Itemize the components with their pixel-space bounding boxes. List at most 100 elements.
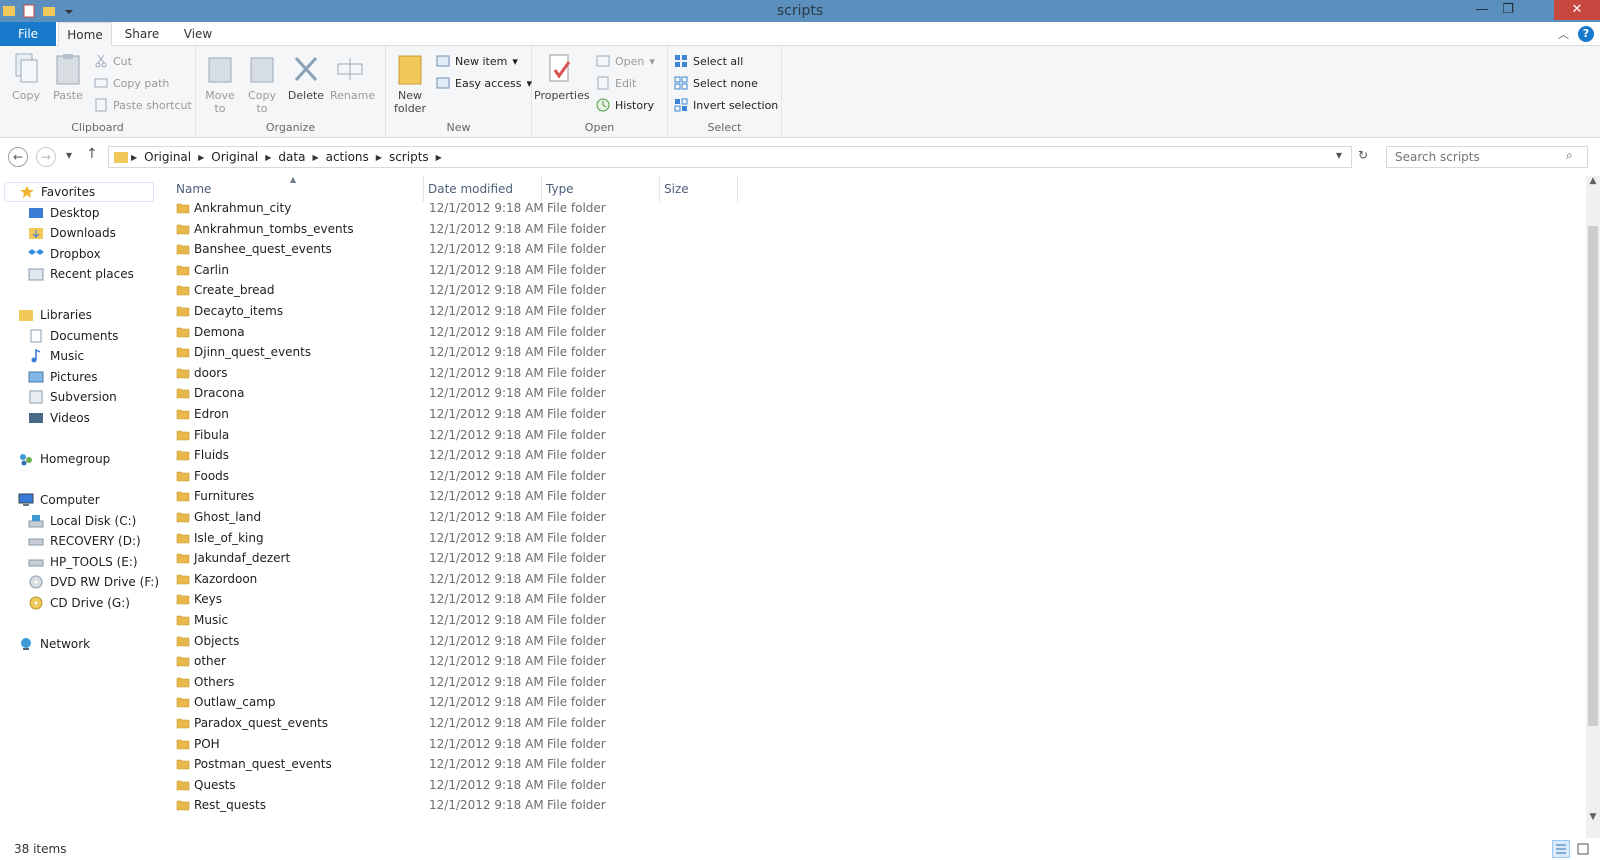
breadcrumb-actions[interactable]: actions <box>321 150 374 164</box>
nav-dropbox[interactable]: Dropbox <box>28 244 101 264</box>
tab-file[interactable]: File <box>0 22 56 46</box>
recent-locations-icon[interactable]: ▾ <box>66 148 72 162</box>
address-box[interactable]: ▶ Original ▶ Original ▶ data ▶ actions ▶… <box>108 146 1352 168</box>
file-name[interactable]: doors <box>194 363 228 383</box>
minimize-button[interactable]: — <box>1470 0 1494 20</box>
properties-button[interactable]: Properties <box>534 52 590 102</box>
file-name[interactable]: Ankrahmun_tombs_events <box>194 219 354 239</box>
history-button[interactable]: History <box>596 96 654 114</box>
nav-favorites[interactable]: Favorites <box>4 182 154 202</box>
file-row[interactable]: POH 12/1/2012 9:18 AM File folder <box>172 734 912 754</box>
file-name[interactable]: Fibula <box>194 425 229 445</box>
file-row[interactable]: Quests 12/1/2012 9:18 AM File folder <box>172 775 912 795</box>
breadcrumb-separator-icon[interactable]: ▶ <box>374 153 384 162</box>
file-row[interactable]: Carlin 12/1/2012 9:18 AM File folder <box>172 260 912 280</box>
file-row[interactable]: Rest_quests 12/1/2012 9:18 AM File folder <box>172 795 912 815</box>
file-name[interactable]: Outlaw_camp <box>194 692 276 712</box>
nav-downloads[interactable]: Downloads <box>28 223 116 243</box>
breadcrumb-separator-icon[interactable]: ▶ <box>310 153 320 162</box>
file-row[interactable]: Foods 12/1/2012 9:18 AM File folder <box>172 466 912 486</box>
nav-network[interactable]: Network <box>18 634 90 654</box>
easy-access-button[interactable]: Easy access ▾ <box>436 74 532 92</box>
file-row[interactable]: Fibula 12/1/2012 9:18 AM File folder <box>172 425 912 445</box>
file-row[interactable]: Demona 12/1/2012 9:18 AM File folder <box>172 322 912 342</box>
nav-hp-tools-e[interactable]: HP_TOOLS (E:) <box>28 552 138 572</box>
select-all-button[interactable]: Select all <box>674 52 743 70</box>
file-name[interactable]: POH <box>194 734 220 754</box>
breadcrumb-separator-icon[interactable]: ▶ <box>196 153 206 162</box>
paste-button[interactable]: Paste <box>48 52 88 102</box>
nav-cd-drive-g[interactable]: CD Drive (G:) <box>28 593 130 613</box>
nav-recent-places[interactable]: Recent places <box>28 264 134 284</box>
file-row[interactable]: Fluids 12/1/2012 9:18 AM File folder <box>172 445 912 465</box>
minimize-ribbon-icon[interactable]: ︿ <box>1558 26 1569 42</box>
address-dropdown-icon[interactable]: ▾ <box>1336 148 1342 162</box>
file-row[interactable]: Dracona 12/1/2012 9:18 AM File folder <box>172 383 912 403</box>
tab-view[interactable]: View <box>172 22 224 46</box>
edit-button[interactable]: Edit <box>596 74 636 92</box>
file-row[interactable]: Create_bread 12/1/2012 9:18 AM File folder <box>172 280 912 300</box>
file-name[interactable]: Rest_quests <box>194 795 266 815</box>
nav-local-disk-c[interactable]: Local Disk (C:) <box>28 511 136 531</box>
file-row[interactable]: Decayto_items 12/1/2012 9:18 AM File folde… <box>172 301 912 321</box>
file-row[interactable]: Objects 12/1/2012 9:18 AM File folder <box>172 631 912 651</box>
cut-button[interactable]: Cut <box>94 52 132 70</box>
search-input[interactable] <box>1386 146 1588 168</box>
file-name[interactable]: Dracona <box>194 383 244 403</box>
nav-videos[interactable]: Videos <box>28 408 90 428</box>
scroll-up-icon[interactable]: ▲ <box>1586 176 1600 186</box>
file-name[interactable]: Keys <box>194 589 222 609</box>
scroll-down-icon[interactable]: ▼ <box>1586 812 1600 822</box>
up-icon[interactable]: ↑ <box>86 146 98 162</box>
file-name[interactable]: Ankrahmun_city <box>194 198 291 218</box>
file-name[interactable]: Foods <box>194 466 229 486</box>
nav-desktop[interactable]: Desktop <box>28 203 100 223</box>
nav-libraries[interactable]: Libraries <box>18 305 92 325</box>
invert-selection-button[interactable]: Invert selection <box>674 96 778 114</box>
nav-dvd-rw-drive-f[interactable]: DVD RW Drive (F:) W <box>28 572 158 592</box>
paste-shortcut-button[interactable]: Paste shortcut <box>94 96 192 114</box>
tab-share[interactable]: Share <box>116 22 168 46</box>
nav-computer[interactable]: Computer <box>18 490 100 510</box>
file-name[interactable]: Edron <box>194 404 229 424</box>
breadcrumb-data[interactable]: data <box>273 150 310 164</box>
breadcrumb-separator-icon[interactable]: ▶ <box>263 153 273 162</box>
close-button[interactable]: ✕ <box>1554 0 1600 20</box>
details-view-icon[interactable] <box>1552 840 1570 858</box>
nav-music[interactable]: Music <box>28 346 84 366</box>
file-row[interactable]: Keys 12/1/2012 9:18 AM File folder <box>172 589 912 609</box>
file-row[interactable]: Banshee_quest_events 12/1/2012 9:18 AM Fil… <box>172 239 912 259</box>
vertical-scrollbar[interactable]: ▲ ▼ <box>1586 176 1600 838</box>
file-name[interactable]: Paradox_quest_events <box>194 713 328 733</box>
file-name[interactable]: Quests <box>194 775 236 795</box>
file-name[interactable]: Isle_of_king <box>194 528 264 548</box>
breadcrumb-separator-icon[interactable]: ▶ <box>129 153 139 162</box>
scrollbar-thumb[interactable] <box>1588 226 1598 726</box>
breadcrumb-separator-icon[interactable]: ▶ <box>434 153 444 162</box>
breadcrumb-original-1[interactable]: Original <box>139 150 196 164</box>
file-name[interactable]: Decayto_items <box>194 301 283 321</box>
nav-recovery-d[interactable]: RECOVERY (D:) <box>28 531 141 551</box>
file-name[interactable]: Others <box>194 672 234 692</box>
file-row[interactable]: Isle_of_king 12/1/2012 9:18 AM File folder <box>172 528 912 548</box>
breadcrumb-scripts[interactable]: scripts <box>384 150 434 164</box>
file-name[interactable]: Demona <box>194 322 245 342</box>
file-name[interactable]: Carlin <box>194 260 229 280</box>
file-row[interactable]: Others 12/1/2012 9:18 AM File folder <box>172 672 912 692</box>
file-name[interactable]: Music <box>194 610 228 630</box>
file-name[interactable]: Ghost_land <box>194 507 261 527</box>
search-icon[interactable]: ⌕ <box>1566 148 1573 163</box>
file-name[interactable]: Objects <box>194 631 239 651</box>
breadcrumb-original-2[interactable]: Original <box>206 150 263 164</box>
file-row[interactable]: Edron 12/1/2012 9:18 AM File folder <box>172 404 912 424</box>
file-name[interactable]: Banshee_quest_events <box>194 239 332 259</box>
tab-home[interactable]: Home <box>58 22 112 47</box>
file-row[interactable]: Postman_quest_events 12/1/2012 9:18 AM Fil… <box>172 754 912 774</box>
nav-documents[interactable]: Documents <box>28 326 118 346</box>
refresh-icon[interactable]: ↻ <box>1358 148 1368 162</box>
file-row[interactable]: Jakundaf_dezert 12/1/2012 9:18 AM File fol… <box>172 548 912 568</box>
nav-subversion[interactable]: Subversion <box>28 387 117 407</box>
copy-path-button[interactable]: Copy path <box>94 74 169 92</box>
file-row[interactable]: Ankrahmun_city 12/1/2012 9:18 AM File fold… <box>172 198 912 218</box>
rename-button[interactable]: Rename <box>330 52 375 102</box>
